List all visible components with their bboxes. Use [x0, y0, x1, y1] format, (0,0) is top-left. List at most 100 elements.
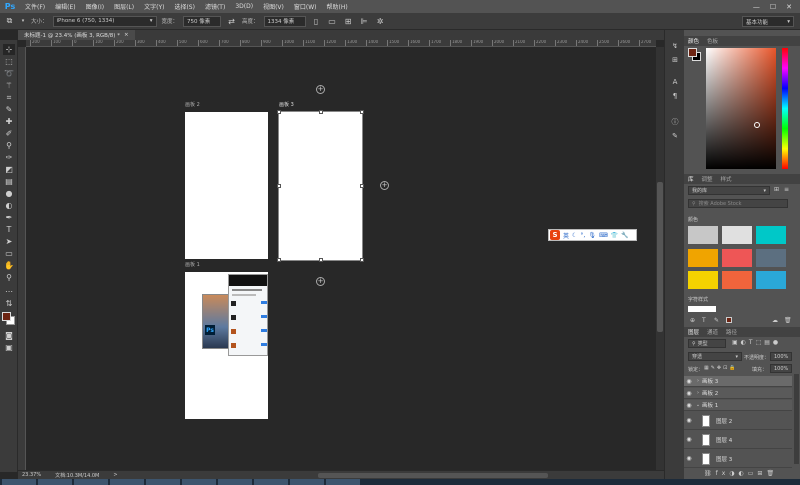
- canvas-vertical-scrollbar[interactable]: [656, 47, 664, 470]
- layer-row[interactable]: ◉ 图层 2: [684, 412, 792, 430]
- library-color-swatch[interactable]: [688, 249, 718, 267]
- ruler-vertical[interactable]: [18, 47, 26, 470]
- layer-row[interactable]: ◉ ⌄ 画板 1: [684, 400, 792, 411]
- ime-toolbar[interactable]: S 英 ☾ °, 🎙 ⌨ 👕 🔧: [548, 229, 637, 241]
- healing-brush-tool-icon[interactable]: ✚: [3, 116, 15, 127]
- taskbar-item[interactable]: [218, 479, 252, 485]
- document-tab[interactable]: 未标题-1 @ 23.4% (画板 3, RGB/8) * ×: [18, 30, 135, 40]
- menu-help[interactable]: 帮助(H): [322, 2, 353, 11]
- lasso-tool-icon[interactable]: ➰: [3, 68, 15, 79]
- path-selection-tool-icon[interactable]: ➤: [3, 236, 15, 247]
- ime-language-toggle[interactable]: 英: [563, 231, 569, 240]
- taskbar-item[interactable]: [290, 479, 324, 485]
- tab-paths[interactable]: 路径: [726, 328, 737, 336]
- cloud-sync-icon[interactable]: ☁: [772, 317, 778, 324]
- history-brush-tool-icon[interactable]: ✑: [3, 152, 15, 163]
- menu-select[interactable]: 选择(S): [169, 2, 200, 11]
- menu-layer[interactable]: 图层(L): [109, 2, 139, 11]
- artboard-2[interactable]: [185, 112, 268, 259]
- menu-file[interactable]: 文件(F): [20, 2, 50, 11]
- taskbar-item[interactable]: [182, 479, 216, 485]
- artboard-2-label[interactable]: 画板 2: [185, 101, 200, 108]
- chevron-right-icon[interactable]: ›: [694, 390, 702, 396]
- add-color-swatch-icon[interactable]: [726, 317, 732, 323]
- layer-row[interactable]: ◉ › 画板 3: [684, 376, 792, 387]
- tab-layers[interactable]: 图层: [688, 328, 699, 336]
- visibility-eye-icon[interactable]: ◉: [684, 455, 694, 462]
- layer-row[interactable]: ◉ 图层 4: [684, 431, 792, 449]
- portrait-icon[interactable]: ▯: [311, 16, 322, 27]
- swap-dimensions-icon[interactable]: ⇄: [226, 16, 237, 27]
- opacity-input[interactable]: 100%: [770, 352, 792, 361]
- width-input[interactable]: 750 像素: [183, 15, 222, 27]
- gradient-tool-icon[interactable]: ▤: [3, 176, 15, 187]
- menu-type[interactable]: 文字(Y): [139, 2, 169, 11]
- menu-3d[interactable]: 3D(D): [230, 3, 258, 10]
- zoom-level[interactable]: 23.37%: [22, 472, 41, 478]
- lock-options-icons[interactable]: ▦✎✥⊡🔒: [704, 365, 738, 371]
- close-window-button[interactable]: ✕: [786, 3, 792, 11]
- library-color-swatch[interactable]: [722, 226, 752, 244]
- scrollbar-thumb[interactable]: [657, 182, 663, 332]
- layer-filter-icons[interactable]: ▣◐T⬚▤●: [732, 339, 781, 346]
- properties-icon[interactable]: ⊞: [669, 54, 681, 65]
- new-artboard-icon[interactable]: ⊞: [343, 16, 354, 27]
- hue-slider[interactable]: [782, 48, 788, 169]
- grid-view-icon[interactable]: ⊞: [774, 186, 779, 193]
- brush-settings-icon[interactable]: ✎: [669, 130, 681, 141]
- taskbar-item[interactable]: [38, 479, 72, 485]
- taskbar-item[interactable]: [74, 479, 108, 485]
- panel-foreground-swatch[interactable]: [688, 48, 697, 57]
- transform-handle[interactable]: [319, 110, 323, 114]
- align-icon[interactable]: ⊫: [359, 16, 370, 27]
- shirt-icon[interactable]: 👕: [611, 232, 618, 239]
- punctuation-icon[interactable]: °,: [580, 232, 585, 239]
- layer-row[interactable]: ◉ › 画板 2: [684, 388, 792, 399]
- shape-tool-icon[interactable]: ▭: [3, 248, 15, 259]
- workspace-select[interactable]: 基本功能 ▾: [742, 16, 794, 27]
- wrench-icon[interactable]: 🔧: [621, 232, 628, 239]
- info-icon[interactable]: ⓘ: [669, 116, 681, 127]
- menu-edit[interactable]: 编辑(E): [50, 2, 80, 11]
- character-icon[interactable]: A: [669, 76, 681, 87]
- artboard-1[interactable]: Ps: [185, 272, 268, 419]
- transform-handle[interactable]: [360, 110, 364, 114]
- visibility-eye-icon[interactable]: ◉: [684, 402, 694, 409]
- height-input[interactable]: 1334 像素: [263, 15, 306, 27]
- library-color-swatch[interactable]: [756, 271, 786, 289]
- pen-tool-icon[interactable]: ✒: [3, 212, 15, 223]
- move-tool-icon[interactable]: ⊹: [3, 44, 15, 55]
- tab-adjustments[interactable]: 调整: [702, 175, 713, 183]
- taskbar-item[interactable]: [110, 479, 144, 485]
- artboard-1-label[interactable]: 画板 1: [185, 261, 200, 268]
- blur-tool-icon[interactable]: ●: [3, 188, 15, 199]
- eyedropper-tool-icon[interactable]: ✎: [3, 104, 15, 115]
- ruler-horizontal[interactable]: 200 100 0 100 200 300 400 500 600 700 800 900 1000 11…: [26, 40, 656, 47]
- tab-libraries[interactable]: 库: [688, 175, 694, 183]
- artboard-3-label[interactable]: 画板 3: [279, 101, 294, 108]
- library-color-swatch[interactable]: [688, 226, 718, 244]
- add-artboard-bottom-button[interactable]: +: [316, 277, 325, 286]
- taskbar-item[interactable]: [2, 479, 36, 485]
- tab-swatches[interactable]: 色板: [707, 37, 718, 45]
- transform-handle[interactable]: [277, 258, 281, 262]
- color-picker-cursor[interactable]: [754, 122, 760, 128]
- type-tool-icon[interactable]: T: [3, 224, 15, 235]
- add-artboard-right-button[interactable]: +: [380, 181, 389, 190]
- list-view-icon[interactable]: ≡: [784, 186, 789, 193]
- layer-row[interactable]: ◉ 图层 3: [684, 450, 792, 468]
- history-icon[interactable]: ↯: [669, 40, 681, 51]
- canvas-horizontal-scrollbar[interactable]: [318, 473, 548, 478]
- chevron-right-icon[interactable]: ›: [694, 378, 702, 384]
- taskbar-item[interactable]: [254, 479, 288, 485]
- swap-colors-icon[interactable]: ⇅: [3, 298, 15, 309]
- brush-style-icon[interactable]: ✎: [714, 317, 719, 324]
- transform-handle[interactable]: [360, 258, 364, 262]
- minimize-button[interactable]: —: [753, 3, 760, 11]
- tab-color[interactable]: 颜色: [688, 37, 699, 45]
- microphone-icon[interactable]: 🎙: [588, 232, 596, 239]
- menu-window[interactable]: 窗口(W): [289, 2, 322, 11]
- layer-actions-icons[interactable]: ⛓fx◑◐▭⊞🗑: [704, 470, 778, 477]
- add-artboard-top-button[interactable]: +: [316, 85, 325, 94]
- library-color-swatch[interactable]: [756, 226, 786, 244]
